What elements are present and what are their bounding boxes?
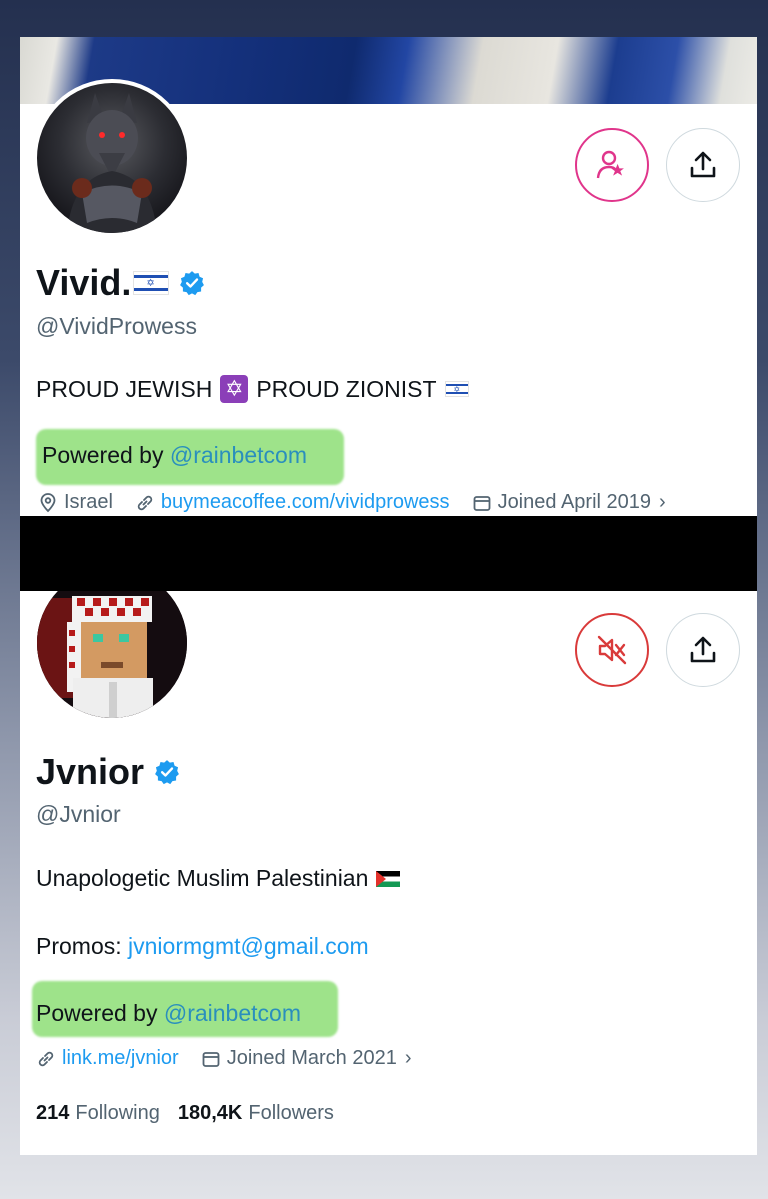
israel-flag-icon: ✡: [444, 381, 469, 397]
website-link[interactable]: buymeacoffee.com/vividprowess: [161, 491, 450, 514]
chevron-right-icon: ›: [404, 1047, 412, 1069]
powered-by-link[interactable]: @rainbetcom: [170, 442, 307, 468]
unmute-button[interactable]: [575, 613, 649, 687]
profile-meta: Israel buymeacoffee.com/vividprowess Joi…: [38, 491, 688, 514]
israel-flag-icon: ✡: [133, 271, 170, 295]
bio: PROUD JEWISH ✡ PROUD ZIONIST ✡: [36, 375, 469, 403]
verified-badge-icon[interactable]: [179, 270, 205, 296]
mute-speaker-icon: [597, 635, 627, 665]
website-link[interactable]: link.me/jvnior: [62, 1047, 179, 1070]
bio-text-2: PROUD ZIONIST: [256, 375, 437, 402]
palestine-flag-icon: [376, 870, 401, 887]
website[interactable]: buymeacoffee.com/vividprowess: [135, 491, 450, 514]
verified-badge-icon[interactable]: [154, 759, 180, 785]
follow-stats: 214 Following 180,4K Followers: [36, 1102, 352, 1125]
location: Israel: [38, 491, 113, 514]
display-name: Jvnior: [36, 751, 145, 792]
redaction-bar: [20, 516, 757, 591]
link-icon: [137, 495, 153, 510]
wolf-knight-avatar-image: [67, 93, 157, 233]
calendar-icon: [202, 1051, 220, 1067]
promos-email-link[interactable]: jvniormgmt@gmail.com: [128, 933, 369, 959]
following-stat[interactable]: 214 Following: [36, 1102, 160, 1125]
powered-by-line: Powered by @rainbetcom: [36, 1000, 301, 1026]
powered-by-link[interactable]: @rainbetcom: [164, 1000, 301, 1026]
handle: @VividProwess: [36, 313, 197, 339]
avatar[interactable]: [33, 79, 191, 237]
website[interactable]: link.me/jvnior: [36, 1047, 179, 1070]
followers-stat[interactable]: 180,4K Followers: [178, 1102, 334, 1125]
display-name-row: Jvnior: [36, 751, 180, 793]
bio-text: Unapologetic Muslim Palestinian: [36, 865, 369, 891]
avatar[interactable]: [33, 591, 191, 722]
display-name: Vivid.: [36, 262, 132, 303]
bio-text-1: PROUD JEWISH: [36, 375, 213, 402]
display-name-row: Vivid. ✡: [36, 262, 205, 304]
link-icon: [38, 1051, 54, 1066]
calendar-icon: [473, 495, 490, 511]
pixel-art-avatar-image: [37, 591, 187, 718]
share-button[interactable]: [666, 613, 740, 687]
share-button[interactable]: [666, 128, 740, 202]
notify-button[interactable]: [575, 128, 649, 202]
profile-card-jvnior: Jvnior @Jvnior Unapologetic Muslim Pales…: [20, 591, 757, 1155]
location-pin-icon: [40, 492, 56, 512]
joined-date[interactable]: Joined April 2019 ›: [472, 491, 666, 514]
share-icon: [690, 636, 716, 663]
promos-line: Promos: jvniormgmt@gmail.com: [36, 933, 369, 959]
share-icon: [690, 151, 716, 178]
chevron-right-icon: ›: [659, 491, 666, 513]
handle: @Jvnior: [36, 801, 121, 827]
powered-by-line: Powered by @rainbetcom: [42, 442, 307, 468]
bio: Unapologetic Muslim Palestinian: [36, 865, 401, 892]
star-of-david-icon: ✡: [220, 375, 249, 403]
profile-meta: link.me/jvnior Joined March 2021 ›: [36, 1047, 433, 1070]
profile-card-vivid: Vivid. ✡ @VividProwess PROUD JEWISH ✡ PR…: [20, 37, 757, 516]
notify-person-icon: [596, 150, 624, 179]
joined-date[interactable]: Joined March 2021 ›: [201, 1047, 412, 1070]
